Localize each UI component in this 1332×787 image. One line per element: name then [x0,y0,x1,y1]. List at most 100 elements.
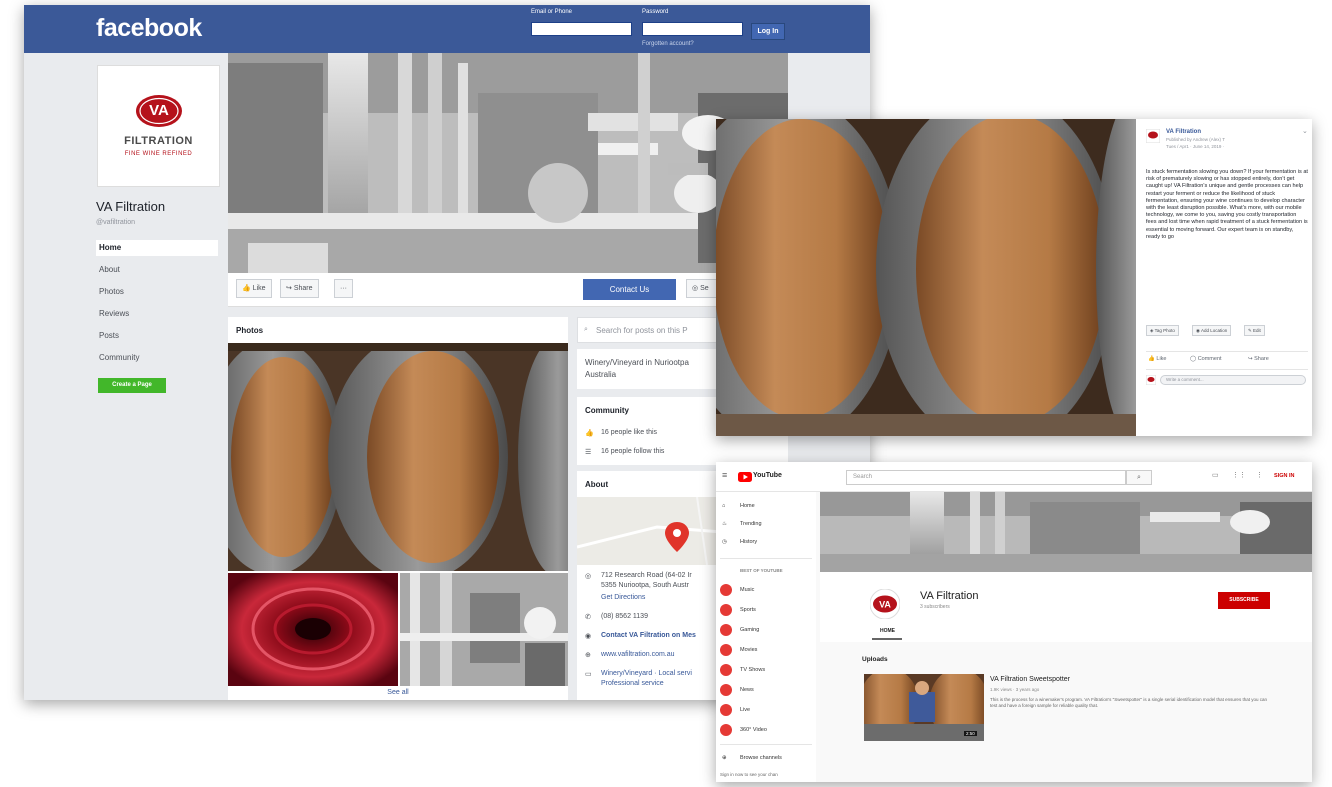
side-gaming[interactable]: Gaming [716,620,816,640]
facebook-top-bar: facebook Email or Phone Password Log In … [24,5,870,53]
website-link[interactable]: www.vafiltration.com.au [601,651,675,658]
side-home[interactable]: ⌂ Home [716,496,816,516]
page-action-bar: 👍 Like ↪ Share ··· Contact Us ◎ Se [228,273,788,307]
post-options-icon[interactable]: ⌄ [1302,127,1308,135]
page-search-placeholder: Search for posts on this P [596,326,688,335]
best-of-heading: BEST OF YOUTUBE [740,568,783,573]
divider [1146,369,1308,370]
uploads-heading: Uploads [862,656,888,663]
post-avatar-icon[interactable] [1146,129,1160,143]
nav-posts[interactable]: Posts [96,328,218,344]
messenger-icon: ◎ [692,285,699,292]
youtube-search-button[interactable]: ⌕ [1126,470,1152,485]
side-tv-shows-label: TV Shows [740,667,766,673]
side-trending[interactable]: ♨ Trending [716,514,816,534]
sign-in-button[interactable]: SIGN IN [1274,473,1294,479]
photo-barrels[interactable] [228,343,568,571]
contact-us-button[interactable]: Contact Us [583,279,676,300]
subscribe-button[interactable]: SUBSCRIBE [1218,592,1270,609]
post-share-button[interactable]: ↪ Share [1248,356,1269,362]
more-button[interactable]: ··· [334,279,353,298]
comment-input[interactable]: Write a comment... [1160,375,1306,385]
phone-number[interactable]: (08) 8562 1139 [601,613,648,620]
forgot-account-link[interactable]: Forgotten account? [642,41,694,47]
news-icon [720,684,732,696]
login-button[interactable]: Log In [751,23,785,40]
category-link-2[interactable]: Professional service [601,680,664,687]
cover-photo[interactable] [228,53,788,273]
side-sports[interactable]: Sports [716,600,816,620]
nav-home[interactable]: Home [96,240,218,256]
side-music[interactable]: Music [716,580,816,600]
edit-button[interactable]: ✎ Edit [1244,325,1265,336]
video-thumbnail[interactable]: 2:50 [864,674,984,741]
get-directions-link[interactable]: Get Directions [601,594,645,601]
create-page-button[interactable]: Create a Page [98,378,166,393]
side-news[interactable]: News [716,680,816,700]
live-icon [720,704,732,716]
commenter-avatar-icon [1146,375,1156,385]
divider [1146,351,1308,352]
side-browse-channels[interactable]: ⊕ Browse channels [716,748,816,768]
tag-photo-button[interactable]: ◈ Tag Photo [1146,325,1179,336]
apps-grid-icon[interactable]: ⋮⋮ [1232,471,1246,479]
post-photo[interactable] [716,119,1136,436]
sports-icon [720,604,732,616]
category-link-1[interactable]: Winery/Vineyard · Local servi [601,670,692,677]
community-title[interactable]: Community [585,406,629,415]
side-360-video[interactable]: 360° Video [716,720,816,740]
thumb-up-icon: 👍 [1148,356,1155,362]
see-all-photos-link[interactable]: See all [228,689,568,696]
add-location-button[interactable]: ◉ Add Location [1192,325,1232,336]
post-page-name[interactable]: VA Filtration [1166,129,1201,135]
like-page-button[interactable]: 👍 Like [236,279,272,298]
create-video-icon[interactable]: ▭ [1212,471,1219,479]
youtube-search-input[interactable]: Search [846,470,1126,485]
photos-title[interactable]: Photos [236,326,263,335]
post-comment-button[interactable]: ◯ Comment [1190,356,1222,362]
photo-machinery[interactable] [400,573,568,686]
messenger-link[interactable]: Contact VA Filtration on Mes [601,632,696,639]
tag-icon: ◈ [1150,328,1154,333]
tv-icon [720,664,732,676]
side-movies[interactable]: Movies [716,640,816,660]
side-history-label: History [740,539,758,545]
email-input[interactable] [531,22,632,36]
video-title[interactable]: VA Filtration Sweetspotter [990,676,1070,683]
post-meta-line-2: Tues / Apr1 · June 14, 2019 · [1166,144,1225,149]
facebook-post-window: VA Filtration Published by Andrew (Alex)… [716,119,1312,436]
likes-icon: 👍 [585,430,594,437]
phone-icon: ✆ [585,614,591,621]
youtube-logo[interactable]: YouTube [753,472,782,479]
youtube-search-placeholder: Search [853,474,873,480]
channel-banner [820,492,1312,572]
tab-home[interactable]: HOME [880,628,895,634]
post-like-button[interactable]: 👍 Like [1148,356,1166,362]
nav-community[interactable]: Community [96,350,218,366]
nav-photos[interactable]: Photos [96,284,218,300]
photo-tank-interior[interactable] [228,573,398,686]
more-options-icon[interactable]: ⋮ [1256,471,1263,479]
password-input[interactable] [642,22,743,36]
profile-picture[interactable]: VA FILTRATION FINE WINE REFINED [97,65,220,187]
machinery-small-image [400,573,568,686]
share-icon: ↪ [286,285,292,292]
side-tv-shows[interactable]: TV Shows [716,660,816,680]
search-icon: ⌕ [584,326,588,333]
side-live[interactable]: Live [716,700,816,720]
share-page-button[interactable]: ↪ Share [280,279,319,298]
nav-reviews[interactable]: Reviews [96,306,218,322]
tag-photo-label: Tag Photo [1154,328,1175,333]
channel-avatar-icon[interactable]: VA [870,589,900,619]
channel-header: VA VA Filtration 3 subscribers SUBSCRIBE… [820,572,1312,642]
photos-card: Photos See all [228,317,568,700]
channel-banner-image [820,492,1312,572]
menu-icon[interactable]: ≡ [722,470,727,480]
movies-icon [720,644,732,656]
facebook-logo[interactable]: facebook [96,14,202,43]
about-title[interactable]: About [585,480,608,489]
nav-about[interactable]: About [96,262,218,278]
side-history[interactable]: ◷ History [716,532,816,552]
side-360-video-label: 360° Video [740,727,767,733]
svg-text:VA: VA [879,600,891,610]
